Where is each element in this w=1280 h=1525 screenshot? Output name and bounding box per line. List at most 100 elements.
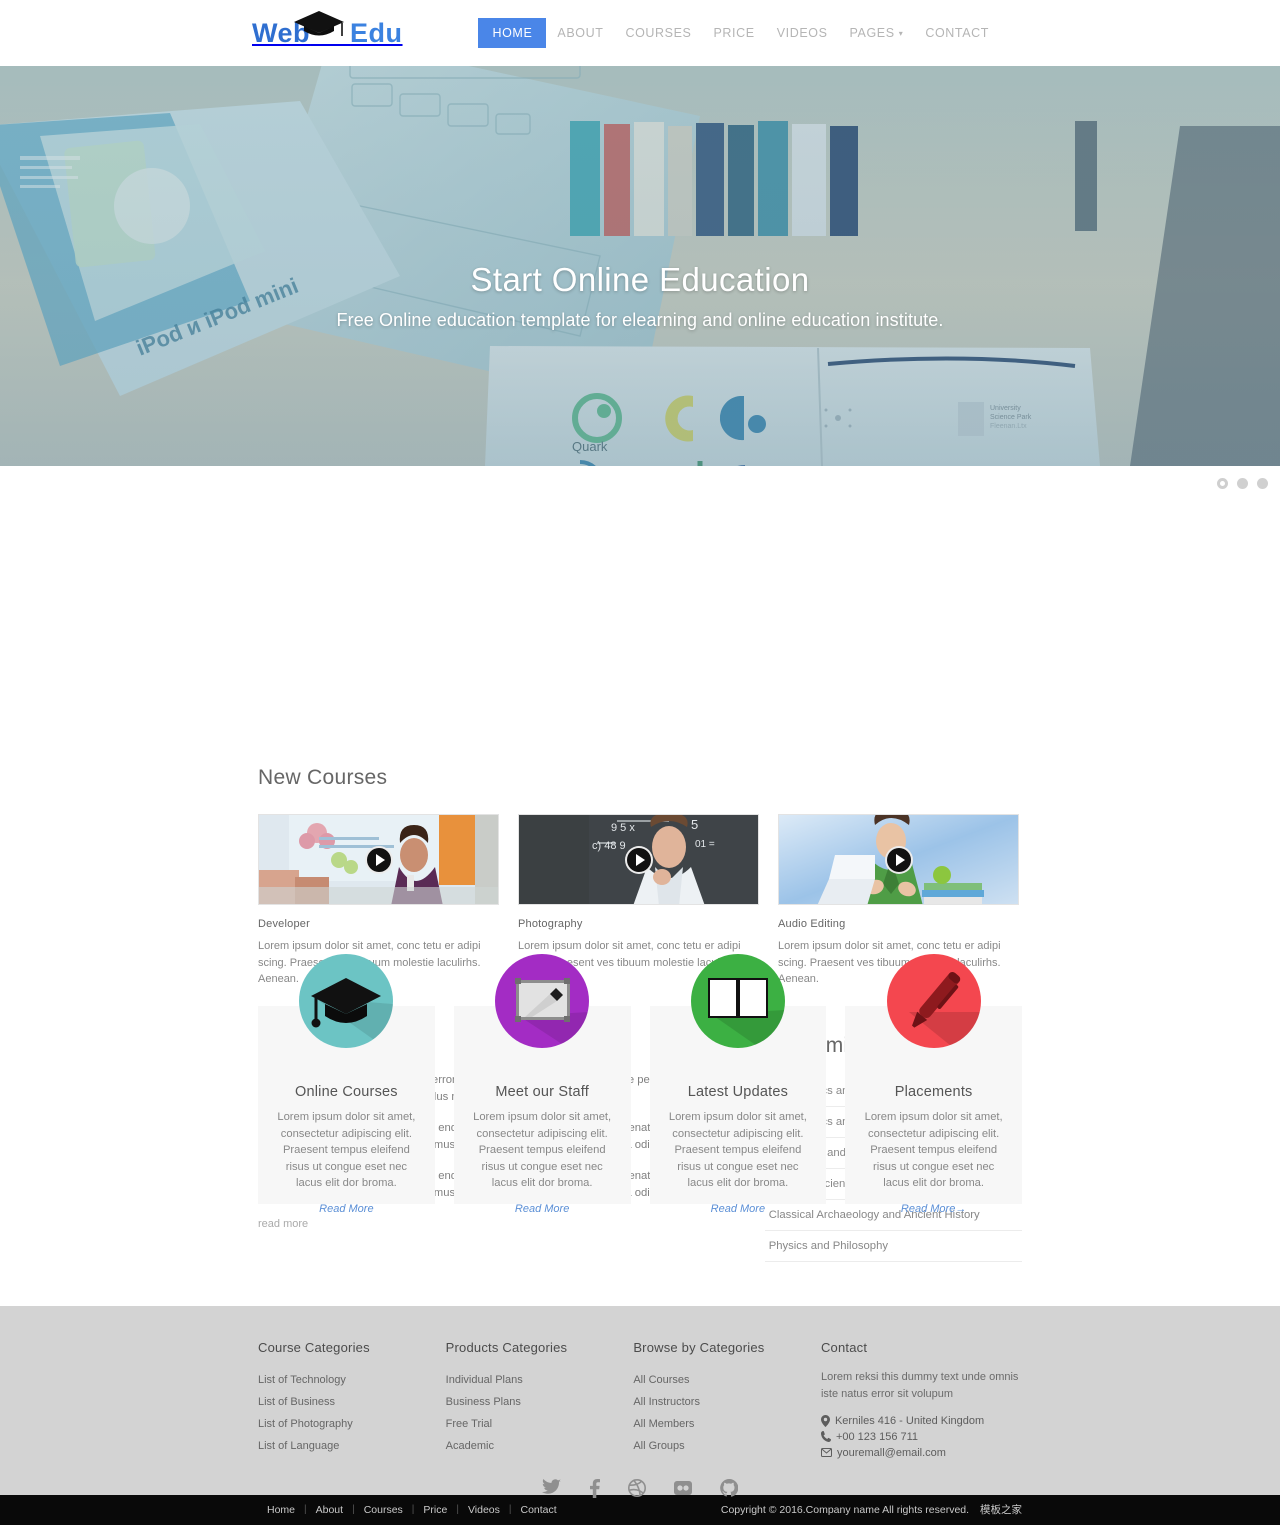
contact-details: Kerniles 416 - United Kingdom +00 123 15… [820,1414,1022,1459]
service-card[interactable]: Online Courses Lorem ipsum dolor sit ame… [258,954,435,1215]
list-item[interactable]: List of Language [258,1435,446,1457]
svg-text:9 5 x: 9 5 x [611,822,635,834]
flickr-icon[interactable] [674,1479,692,1498]
nav-item-videos[interactable]: VIDEOS [766,19,839,47]
footer-link[interactable]: List of Technology [258,1369,446,1391]
service-card-title: Meet our Staff [495,1084,589,1100]
service-card[interactable]: Latest Updates Lorem ipsum dolor sit ame… [649,954,827,1215]
svg-text:c) 48 9: c) 48 9 [592,840,626,852]
bottom-link-contact[interactable]: Contact [511,1504,565,1516]
course-thumbnail[interactable] [778,814,1019,905]
carousel-indicators[interactable] [1217,478,1268,489]
play-icon[interactable] [884,845,913,874]
list-item[interactable]: All Courses [633,1369,821,1391]
dribbble-icon[interactable] [628,1478,646,1498]
bottom-link-home[interactable]: Home [258,1504,304,1516]
service-card[interactable]: Placements Lorem ipsum dolor sit amet, c… [845,954,1022,1215]
service-card-read-more[interactable]: Read More→ [901,1203,966,1215]
course-title: Photography [518,918,583,930]
nav-item-courses[interactable]: COURSES [614,19,702,47]
contact-phone-text: +00 123 156 711 [835,1430,919,1443]
bottom-link-courses[interactable]: Courses [355,1504,412,1516]
bottom-link-price[interactable]: Price [414,1504,456,1516]
list-item[interactable]: Individual Plans [446,1369,634,1391]
footer-link[interactable]: All Members [633,1413,821,1435]
service-card-title: Online Courses [295,1084,398,1100]
list-item[interactable]: List of Business [258,1391,446,1413]
service-card-text: Lorem ipsum dolor sit amet, consectetur … [668,1111,807,1190]
service-card-read-more[interactable]: Read More [711,1203,765,1215]
about-read-more-link[interactable]: read more [258,1218,308,1230]
nav-item-about[interactable]: ABOUT [546,19,614,47]
nav-item-home[interactable]: HOME [478,18,547,48]
open-book-icon [690,954,785,1048]
bottom-link-videos[interactable]: Videos [459,1504,509,1516]
nav-item-contact[interactable]: CONTACT [914,19,1000,47]
site-footer: Course Categories List of Technology Lis… [0,1305,1280,1498]
bottom-link-about[interactable]: About [307,1504,352,1516]
whiteboard-icon [495,954,590,1048]
contact-phone: +00 123 156 711 [820,1430,1022,1443]
carousel-dot-1[interactable] [1217,478,1228,489]
nav-item-pages[interactable]: PAGES ▾ [839,19,915,47]
envelope-icon [820,1448,832,1458]
bottom-nav[interactable]: Home | About | Courses | Price | Videos … [258,1504,566,1516]
hero-carousel[interactable]: iPod и iPod mini [0,66,1280,466]
contact-blurb: Lorem reksi this dummy text unde omnis i… [820,1370,1019,1400]
facebook-icon[interactable] [589,1478,600,1498]
github-icon[interactable] [720,1478,738,1498]
list-item[interactable]: Business Plans [446,1391,634,1413]
service-card-text: Lorem ipsum dolor sit amet, consectetur … [864,1111,1003,1190]
main-navigation[interactable]: HOME ABOUT COURSES PRICE VIDEOS PAGES ▾ C… [478,18,1000,48]
footer-link[interactable]: All Groups [633,1435,821,1457]
nav-item-pages-label: PAGES [849,26,895,40]
list-item[interactable]: All Instructors [633,1391,821,1413]
service-card-read-more[interactable]: Read More [319,1203,373,1215]
list-item[interactable]: Academic [446,1435,634,1457]
service-card-list: Online Courses Lorem ipsum dolor sit ame… [0,954,1280,1215]
upcoming-course-link[interactable]: Physics and Philosophy [765,1231,1022,1261]
contact-email-text: youremall@email.com [836,1446,946,1459]
list-item[interactable]: All Members [633,1413,821,1435]
hero-copy: Start Online Education Free Online educa… [0,261,1280,331]
hero-title: Start Online Education [470,261,810,298]
logo-text-right: Edu [350,17,403,48]
svg-text:01 =: 01 = [695,839,715,850]
nav-item-price[interactable]: PRICE [702,19,765,47]
footer-column-title: Course Categories [258,1339,370,1355]
play-icon[interactable] [624,845,653,874]
service-card[interactable]: Meet our Staff Lorem ipsum dolor sit ame… [453,954,631,1215]
footer-column-title: Products Categories [445,1339,568,1355]
footer-link[interactable]: Business Plans [446,1391,634,1413]
footer-link[interactable]: All Courses [633,1369,821,1391]
carousel-dot-3[interactable] [1257,478,1268,489]
service-card-title: Latest Updates [687,1084,789,1100]
footer-link[interactable]: List of Business [258,1391,446,1413]
phone-icon [820,1431,831,1443]
footer-link[interactable]: Free Trial [446,1413,634,1435]
list-item[interactable]: List of Photography [258,1413,446,1435]
footer-column-course-categories: Course Categories List of Technology Lis… [258,1340,446,1459]
footer-link[interactable]: All Instructors [633,1391,821,1413]
twitter-icon[interactable] [542,1478,561,1498]
play-icon[interactable] [364,845,393,874]
course-item[interactable]: Audio Editing Lorem ipsum dolor sit amet… [778,814,1019,988]
social-links[interactable] [258,1478,1022,1498]
list-item[interactable]: Physics and Philosophy [764,1231,1022,1262]
course-thumbnail[interactable] [258,814,499,905]
copyright-extra: 模板之家 [980,1504,1022,1516]
services-section: Online Courses Lorem ipsum dolor sit ame… [0,466,1280,1215]
list-item[interactable]: All Groups [633,1435,821,1457]
carousel-dot-2[interactable] [1237,478,1248,489]
footer-link[interactable]: List of Language [258,1435,446,1457]
course-thumbnail[interactable]: 9 5 x 5 c) 48 9 01 = [518,814,759,905]
footer-link[interactable]: List of Photography [258,1413,446,1435]
footer-link[interactable]: Academic [446,1435,634,1457]
service-card-read-more[interactable]: Read More [515,1203,569,1215]
footer-link[interactable]: Individual Plans [446,1369,634,1391]
site-logo[interactable]: Web Edu [252,10,403,49]
course-item[interactable]: Developer Lorem ipsum dolor sit amet, co… [258,814,499,988]
copyright-text: Copyright © 2016.Company name All rights… [720,1504,970,1516]
list-item[interactable]: Free Trial [446,1413,634,1435]
list-item[interactable]: List of Technology [258,1369,446,1391]
